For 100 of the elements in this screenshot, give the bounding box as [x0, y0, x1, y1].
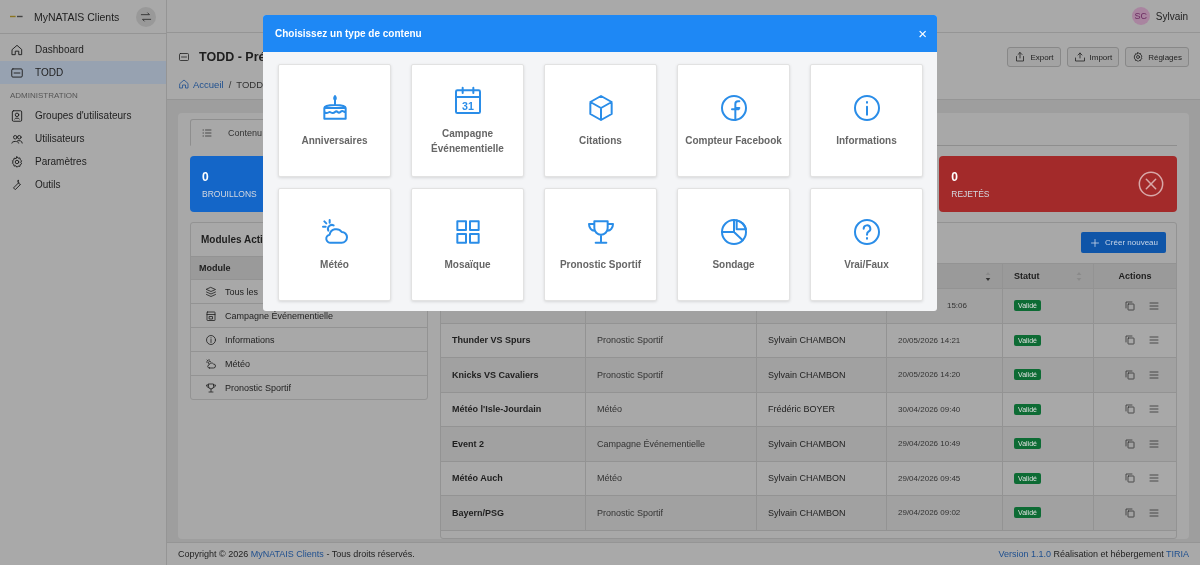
- table-cell: Pronostic Sportif: [597, 507, 664, 518]
- menu-icon[interactable]: [1148, 506, 1160, 519]
- table-cell: Pronostic Sportif: [597, 335, 664, 346]
- logo-icon: [10, 14, 24, 19]
- copy-icon[interactable]: [1124, 403, 1136, 416]
- trophy-icon: [205, 381, 217, 394]
- panel-title: Modules Acti: [201, 234, 263, 245]
- menu-icon[interactable]: [1148, 403, 1160, 416]
- upload-tray-icon: [1073, 51, 1086, 63]
- menu-icon[interactable]: [1148, 334, 1160, 347]
- table-cell: 20/05/2026 14:21: [898, 335, 961, 345]
- module-item[interactable]: Informations: [191, 327, 427, 351]
- table-cell: 20/05/2026 14:20: [898, 370, 961, 380]
- table-cell: Météo: [597, 473, 622, 484]
- table-cell: 29/04/2026 10:49: [898, 439, 961, 449]
- table-cell: Météo Auch: [452, 473, 503, 484]
- app-name: MyNATAIS Clients: [34, 10, 121, 23]
- plus-icon: [1089, 236, 1102, 249]
- version-link[interactable]: Version 1.1.0: [998, 549, 1052, 559]
- table-cell: Event 2: [452, 438, 484, 449]
- table-cell: Sylvain CHAMBON: [768, 335, 846, 346]
- table-cell: Météo l'Isle-Jourdain: [452, 404, 542, 415]
- table-cell: Knicks VS Cavaliers: [452, 369, 539, 380]
- content-type-tile[interactable]: Pronostic Sportif: [544, 188, 657, 301]
- content-type-tile[interactable]: Mosaïque: [411, 188, 524, 301]
- host-link[interactable]: TIRIA: [1166, 549, 1189, 559]
- close-circle-icon: [1137, 170, 1165, 198]
- copy-icon[interactable]: [1124, 334, 1136, 347]
- breadcrumb-item[interactable]: TODD: [236, 78, 263, 90]
- table-cell: Sylvain CHAMBON: [768, 507, 846, 518]
- content-type-tile[interactable]: Anniversaires: [278, 64, 391, 177]
- copy-icon[interactable]: [1124, 437, 1136, 450]
- content-type-tile[interactable]: Sondage: [677, 188, 790, 301]
- table-cell: Sylvain CHAMBON: [768, 369, 846, 380]
- create-button[interactable]: Créer nouveau: [1081, 232, 1166, 253]
- content-type-tile[interactable]: Compteur Facebook: [677, 64, 790, 177]
- table-cell: 15:06: [946, 301, 967, 311]
- content-type-tile[interactable]: Citations: [544, 64, 657, 177]
- user-name[interactable]: Sylvain: [1155, 10, 1188, 22]
- menu-icon[interactable]: [1148, 368, 1160, 381]
- content-type-tile[interactable]: Météo: [278, 188, 391, 301]
- table-cell: Sylvain CHAMBON: [768, 438, 846, 449]
- layers-icon: [205, 285, 217, 298]
- module-item[interactable]: Pronostic Sportif: [191, 375, 427, 399]
- copy-icon[interactable]: [1124, 506, 1136, 519]
- table-cell: Météo: [597, 404, 622, 415]
- sort-icon[interactable]: [985, 270, 991, 282]
- table-cell: Sylvain CHAMBON: [768, 473, 846, 484]
- brand-link[interactable]: MyNATAIS Clients: [250, 549, 324, 559]
- table-cell: Pronostic Sportif: [597, 369, 664, 380]
- sidebar-item[interactable]: Groupes d'utilisateurs: [0, 104, 166, 127]
- toolbar-button[interactable]: Import: [1066, 47, 1120, 67]
- copy-icon[interactable]: [1124, 472, 1136, 485]
- screen-icon: [10, 65, 24, 80]
- sidebar-item[interactable]: TODD: [0, 61, 166, 84]
- toolbar-button[interactable]: Export: [1007, 47, 1061, 67]
- settings-icon: [10, 154, 24, 169]
- stat-value: 0: [202, 169, 210, 184]
- table-cell: Bayern/PSG: [452, 507, 505, 518]
- copyright-text: Copyright © 2026 MyNATAIS Clients - Tous droits réservés.: [178, 549, 415, 559]
- swap-icon: [139, 9, 153, 24]
- dialog-title: Choisissez un type de contenu: [275, 28, 422, 39]
- sidebar-item[interactable]: Utilisateurs: [0, 127, 166, 150]
- copy-icon[interactable]: [1124, 368, 1136, 381]
- menu-icon[interactable]: [1148, 437, 1160, 450]
- settings-icon: [1132, 51, 1145, 63]
- stat-value: 0: [951, 169, 959, 184]
- menu-icon[interactable]: [1148, 299, 1160, 312]
- content-type-tile[interactable]: Vrai/Faux: [810, 188, 923, 301]
- module-item[interactable]: Météo: [191, 351, 427, 375]
- column-header[interactable]: Statut: [1014, 271, 1040, 281]
- user-avatar[interactable]: SC: [1131, 7, 1150, 25]
- table-cell: 29/04/2026 09:02: [898, 508, 961, 518]
- close-button[interactable]: ×: [918, 26, 927, 41]
- table-cell: 30/04/2026 09:40: [898, 404, 961, 414]
- content-type-tile[interactable]: Informations: [810, 64, 923, 177]
- upload-icon: [1014, 51, 1027, 63]
- breadcrumb-separator: /: [228, 78, 232, 90]
- toolbar-button[interactable]: Réglages: [1125, 47, 1189, 67]
- calendar-icon: [205, 309, 217, 322]
- cloud-sun-icon: [205, 357, 217, 370]
- home-icon: [178, 78, 190, 90]
- sidebar-item[interactable]: Paramètres: [0, 150, 166, 173]
- sidebar-item[interactable]: Outils: [0, 173, 166, 196]
- wrench-icon: [10, 177, 24, 192]
- copy-icon[interactable]: [1124, 299, 1136, 312]
- stat-label: BROUILLONS: [202, 188, 258, 199]
- table-cell: Thunder VS Spurs: [452, 335, 531, 346]
- menu-icon[interactable]: [1148, 472, 1160, 485]
- home-icon: [10, 42, 24, 57]
- table-cell: Frédéric BOYER: [768, 404, 836, 415]
- content-type-tile[interactable]: 31 Campagne Événementielle: [411, 64, 524, 177]
- breadcrumb-item[interactable]: Accueil: [178, 78, 224, 90]
- sidebar-toggle-button[interactable]: [136, 6, 156, 27]
- stat-label: REJETÉS: [951, 188, 991, 199]
- sidebar-item[interactable]: Dashboard: [0, 38, 166, 61]
- list-icon: [201, 126, 213, 139]
- screen-icon: [178, 51, 190, 63]
- section-heading: ADMINISTRATION: [9, 90, 79, 102]
- id-card-icon: [10, 108, 24, 123]
